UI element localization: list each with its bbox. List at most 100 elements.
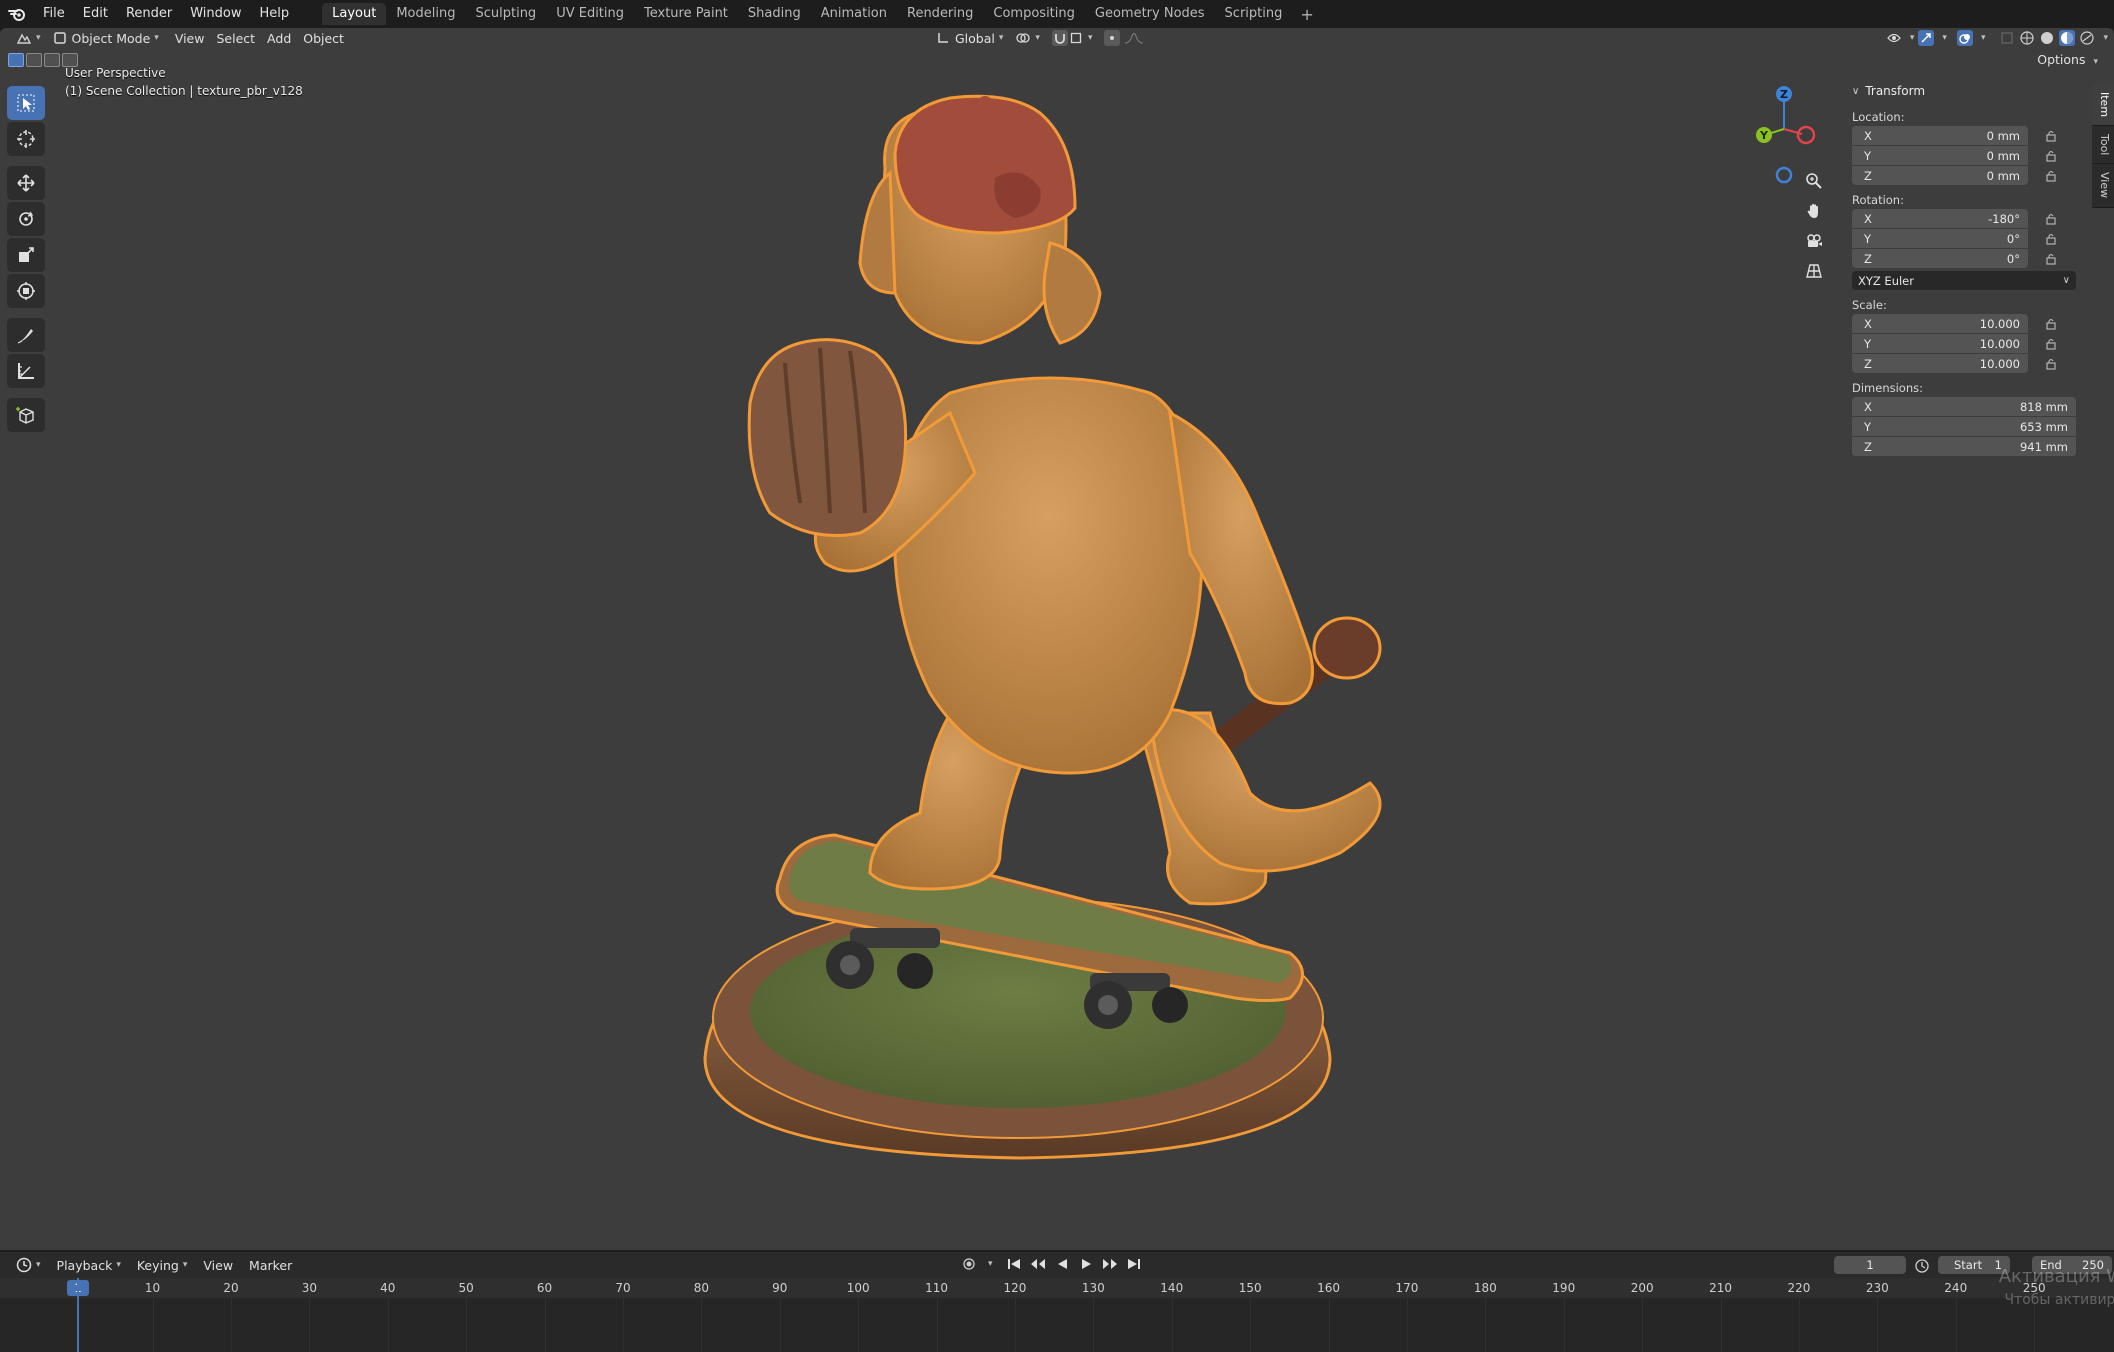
jump-end-button[interactable] xyxy=(1125,1255,1143,1273)
tab-item[interactable]: Item xyxy=(2092,84,2114,127)
next-keyframe-button[interactable] xyxy=(1101,1255,1119,1273)
frame-ruler[interactable]: 1102030405060708090100110120130140150160… xyxy=(0,1278,2114,1298)
play-reverse-button[interactable] xyxy=(1053,1255,1071,1273)
tab-modeling[interactable]: Modeling xyxy=(386,3,465,25)
frame-gridline xyxy=(779,1298,781,1352)
tab-shading[interactable]: Shading xyxy=(738,3,811,25)
tab-rendering[interactable]: Rendering xyxy=(897,3,983,25)
lock-icon[interactable] xyxy=(2044,317,2058,331)
menu-edit[interactable]: Edit xyxy=(74,0,117,28)
scale-tool[interactable] xyxy=(7,238,45,272)
camera-view-button[interactable] xyxy=(1801,228,1827,254)
lock-icon[interactable] xyxy=(2044,212,2058,226)
rotation-x-field[interactable]: X -180° xyxy=(1852,209,2028,228)
tab-texture-paint[interactable]: Texture Paint xyxy=(634,3,738,25)
tab-layout[interactable]: Layout xyxy=(322,3,387,25)
material-preview-shading-icon[interactable] xyxy=(2059,30,2076,46)
pivot-point-dropdown[interactable]: ▾ xyxy=(1009,28,1046,48)
dimensions-x-field[interactable]: X 818 mm xyxy=(1852,397,2076,416)
marker-menu[interactable]: Marker xyxy=(241,1258,300,1273)
lock-icon[interactable] xyxy=(2044,357,2058,371)
select-subtract-mode[interactable] xyxy=(44,53,60,67)
menu-add[interactable]: Add xyxy=(261,28,297,48)
play-button[interactable] xyxy=(1077,1255,1095,1273)
scale-x-field[interactable]: X 10.000 xyxy=(1852,314,2028,333)
rotate-tool[interactable] xyxy=(7,202,45,236)
dimensions-z-field[interactable]: Z 941 mm xyxy=(1852,437,2076,456)
lock-icon[interactable] xyxy=(2044,169,2058,183)
menu-render[interactable]: Render xyxy=(117,0,181,28)
menu-view[interactable]: View xyxy=(169,28,211,48)
rendered-shading-icon[interactable] xyxy=(2079,30,2095,46)
timeline-view-menu[interactable]: View xyxy=(195,1258,241,1273)
solid-shading-icon[interactable] xyxy=(2039,30,2055,46)
select-extend-mode[interactable] xyxy=(26,53,42,67)
perspective-toggle-button[interactable] xyxy=(1801,258,1827,284)
add-workspace-button[interactable]: + xyxy=(1292,5,1321,24)
auto-key-button[interactable] xyxy=(960,1255,978,1273)
tab-sculpting[interactable]: Sculpting xyxy=(465,3,546,25)
dog-figurine-model[interactable] xyxy=(690,93,1410,1233)
editor-type-button[interactable]: ▾ xyxy=(8,1257,49,1273)
lock-icon[interactable] xyxy=(2044,252,2058,266)
lock-icon[interactable] xyxy=(2044,129,2058,143)
blender-logo-icon[interactable] xyxy=(0,6,34,22)
transform-panel-header[interactable]: ∨ Transform xyxy=(1846,80,2084,102)
lock-icon[interactable] xyxy=(2044,337,2058,351)
rotation-mode-dropdown[interactable]: XYZ Euler ∨ xyxy=(1852,271,2076,290)
mode-selector[interactable]: Object Mode ▾ xyxy=(47,28,165,48)
menu-window[interactable]: Window xyxy=(181,0,250,28)
tab-scripting[interactable]: Scripting xyxy=(1215,3,1293,25)
proportional-edit-toggle[interactable] xyxy=(1098,28,1150,48)
location-x-field[interactable]: X 0 mm xyxy=(1852,126,2028,145)
select-new-mode[interactable] xyxy=(8,53,24,67)
playhead[interactable] xyxy=(77,1278,79,1352)
keyframe-track-area[interactable] xyxy=(0,1298,2114,1352)
tab-compositing[interactable]: Compositing xyxy=(983,3,1085,25)
snap-toggle[interactable]: ▾ xyxy=(1046,28,1099,48)
measure-tool[interactable] xyxy=(7,354,45,388)
move-tool[interactable] xyxy=(7,166,45,200)
options-dropdown[interactable]: Options ▾ xyxy=(2029,50,2106,70)
scale-y-field[interactable]: Y 10.000 xyxy=(1852,334,2028,353)
location-y-field[interactable]: Y 0 mm xyxy=(1852,146,2028,165)
gizmo-toggle-icon[interactable] xyxy=(1918,30,1935,46)
rotation-y-field[interactable]: Y 0° xyxy=(1852,229,2028,248)
tab-tool[interactable]: Tool xyxy=(2092,126,2114,165)
transform-tool[interactable] xyxy=(7,274,45,308)
tab-animation[interactable]: Animation xyxy=(811,3,897,25)
current-frame-field[interactable]: 1 xyxy=(1834,1256,1906,1274)
location-z-field[interactable]: Z 0 mm xyxy=(1852,166,2028,185)
lock-icon[interactable] xyxy=(2044,232,2058,246)
tab-uv-editing[interactable]: UV Editing xyxy=(546,3,634,25)
menu-file[interactable]: File xyxy=(34,0,74,28)
lock-icon[interactable] xyxy=(2044,149,2058,163)
pan-button[interactable] xyxy=(1801,198,1827,224)
frame-tick-label: 80 xyxy=(693,1281,709,1295)
zoom-button[interactable] xyxy=(1801,168,1827,194)
editor-type-button[interactable]: ▾ xyxy=(10,28,47,48)
overlays-toggle-icon[interactable] xyxy=(1956,30,1973,46)
prev-keyframe-button[interactable] xyxy=(1029,1255,1047,1273)
menu-object[interactable]: Object xyxy=(297,28,350,48)
jump-start-button[interactable] xyxy=(1005,1255,1023,1273)
annotate-tool[interactable] xyxy=(7,318,45,352)
transform-orientation-dropdown[interactable]: Global ▾ xyxy=(930,28,1009,48)
tab-geometry-nodes[interactable]: Geometry Nodes xyxy=(1085,3,1215,25)
cursor-tool[interactable] xyxy=(7,122,45,156)
wireframe-shading-icon[interactable] xyxy=(2019,30,2035,46)
visibility-icon[interactable] xyxy=(1886,30,1902,46)
use-preview-range-icon[interactable] xyxy=(1914,1258,1930,1277)
menu-select[interactable]: Select xyxy=(210,28,261,48)
3d-viewport[interactable]: ▾ Object Mode ▾ View Select Add Object G… xyxy=(0,28,2114,1250)
add-cube-tool[interactable] xyxy=(7,398,45,432)
menu-help[interactable]: Help xyxy=(251,0,299,28)
rotation-z-field[interactable]: Z 0° xyxy=(1852,249,2028,268)
scale-z-field[interactable]: Z 10.000 xyxy=(1852,354,2028,373)
keying-menu[interactable]: Keying ▾ xyxy=(129,1258,196,1273)
select-box-tool[interactable] xyxy=(7,86,45,120)
tab-view[interactable]: View xyxy=(2092,164,2114,208)
dimensions-y-field[interactable]: Y 653 mm xyxy=(1852,417,2076,436)
xray-toggle-icon[interactable] xyxy=(1999,30,2015,46)
playback-menu[interactable]: Playback ▾ xyxy=(49,1258,129,1273)
